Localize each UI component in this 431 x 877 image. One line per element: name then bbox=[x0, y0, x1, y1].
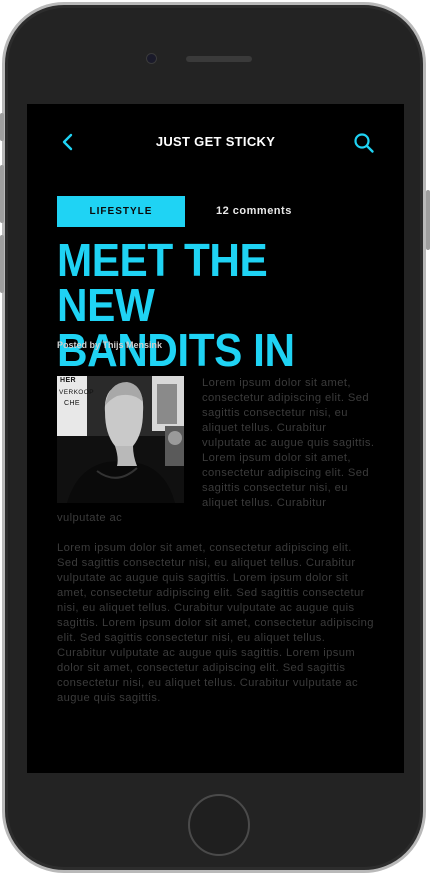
earpiece-speaker bbox=[186, 56, 252, 62]
top-bar: JUST GET STICKY bbox=[27, 126, 404, 160]
front-camera bbox=[147, 54, 156, 63]
home-button[interactable] bbox=[188, 794, 250, 856]
author-link[interactable]: Thijs Mensink bbox=[103, 340, 163, 350]
volume-up-button bbox=[0, 165, 4, 223]
article-body: HER VERKOOP CHE Lorem ipsum dolor sit am… bbox=[57, 376, 375, 721]
photo-sign-text-3: CHE bbox=[64, 400, 80, 407]
author-photo-image: HER VERKOOP CHE bbox=[57, 376, 184, 503]
silent-switch bbox=[0, 113, 4, 141]
author-photo: HER VERKOOP CHE bbox=[57, 376, 184, 503]
byline-prefix: Posted by bbox=[57, 340, 101, 350]
article-paragraph-2: Lorem ipsum dolor sit amet, consectetur … bbox=[57, 542, 374, 704]
app-screen: JUST GET STICKY LIFESTYLE 12 comments ME… bbox=[27, 104, 404, 773]
article-title-line-1: MEET THE NEW bbox=[57, 234, 268, 331]
search-icon[interactable] bbox=[353, 132, 375, 154]
byline: Posted by Thijs Mensink bbox=[57, 340, 162, 350]
power-button bbox=[426, 190, 430, 250]
comments-link[interactable]: 12 comments bbox=[216, 196, 292, 227]
photo-sign-text-1: HER bbox=[60, 377, 76, 384]
photo-sign-text-2: VERKOOP bbox=[59, 389, 94, 396]
volume-down-button bbox=[0, 235, 4, 293]
category-badge[interactable]: LIFESTYLE bbox=[57, 196, 185, 227]
app-title: JUST GET STICKY bbox=[155, 134, 276, 149]
